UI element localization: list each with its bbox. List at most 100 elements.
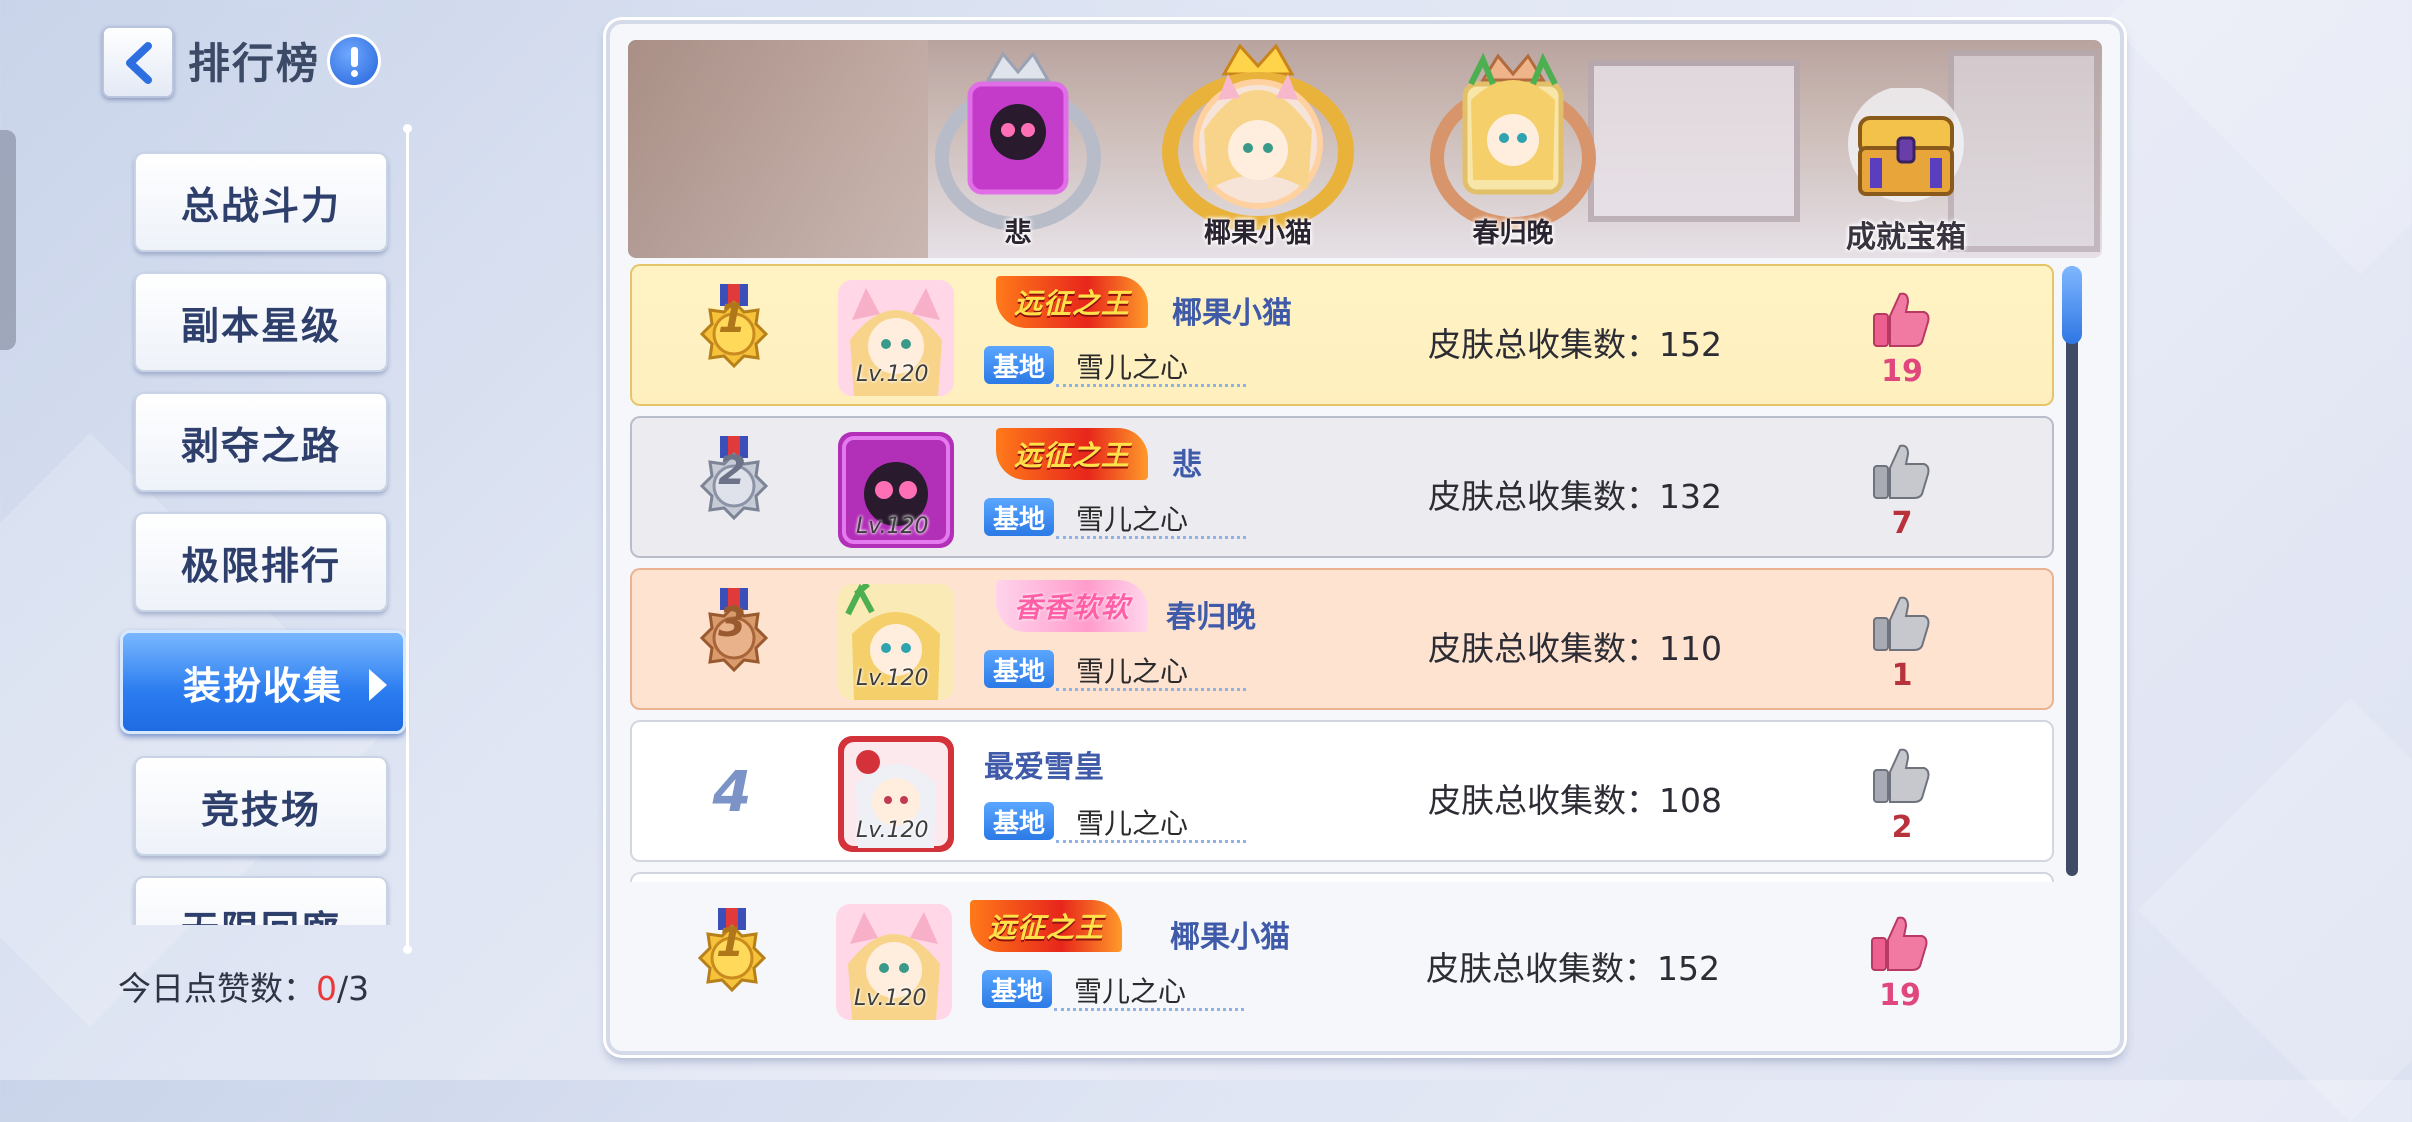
- rank-number: 1: [716, 920, 744, 966]
- category-label: 竞技场: [200, 787, 321, 832]
- podium-second[interactable]: 悲: [928, 40, 1108, 250]
- base-name: 雪儿之心: [1076, 807, 1189, 840]
- stat-label: 皮肤总收集数：: [1428, 781, 1659, 820]
- title-badge: 远征之王: [996, 428, 1149, 480]
- base-name: 雪儿之心: [1076, 503, 1189, 536]
- gold-laurel-icon: [1162, 43, 1354, 230]
- player-name: 春归晚: [1166, 600, 1256, 635]
- scrollbar-thumb[interactable]: [2062, 266, 2082, 344]
- ranking-row[interactable]: [630, 872, 2054, 882]
- category-extreme-rank[interactable]: 极限排行: [134, 512, 388, 612]
- info-icon[interactable]: [330, 37, 378, 85]
- title-badge: 香香软软: [996, 580, 1149, 632]
- base-underline: [1056, 384, 1246, 387]
- rank-number: 3: [718, 600, 746, 646]
- like-count: 19: [1881, 354, 1923, 389]
- ranking-row[interactable]: 1 Lv.120 远征之王 椰果小猫 基地 雪儿之心 皮肤总收集数：152 19: [630, 890, 2054, 1032]
- arrow-right-icon: [369, 669, 387, 701]
- treasure-chest-icon[interactable]: [1842, 88, 1970, 206]
- player-level: Lv.120: [856, 818, 929, 843]
- podium-third[interactable]: 春归晚: [1423, 40, 1603, 250]
- base-tag: 基地: [984, 802, 1054, 840]
- stat-label: 皮肤总收集数：: [1428, 325, 1659, 364]
- ranking-row[interactable]: 1 Lv.120 远征之王 椰果小猫 基地 雪儿之心 皮肤总收集数：152 19: [630, 264, 2054, 406]
- banner-window: [1588, 60, 1800, 222]
- rank-number: 2: [718, 448, 746, 494]
- rank-number: 4: [712, 760, 752, 825]
- base-underline: [1054, 1008, 1244, 1011]
- sidebar-scroll-rail[interactable]: [403, 124, 412, 954]
- ranking-row[interactable]: 2 Lv.120 远征之王 悲 基地 雪儿之心 皮肤总收集数：132 7: [630, 416, 2054, 558]
- base-tag: 基地: [984, 498, 1054, 536]
- chevron-left-icon: [126, 42, 152, 84]
- base-tag: 基地: [982, 970, 1052, 1008]
- likes-today-label: 今日点赞数：: [118, 969, 316, 1008]
- category-arena[interactable]: 竞技场: [134, 756, 388, 856]
- base-tag: 基地: [984, 346, 1054, 384]
- my-ranking-row[interactable]: 1 Lv.120 远征之王 椰果小猫 基地 雪儿之心 皮肤总收集数：152 19: [628, 890, 2080, 1032]
- thumbs-up-icon[interactable]: [1870, 744, 1932, 806]
- player-name: 悲: [1172, 448, 1202, 483]
- category-label: 无限回廊: [181, 899, 341, 926]
- back-button[interactable]: [102, 26, 174, 98]
- thumbs-up-icon[interactable]: [1870, 440, 1932, 502]
- bronze-laurel-icon: [1430, 52, 1596, 230]
- page-title: 排行榜: [188, 39, 321, 88]
- podium-first[interactable]: 椰果小猫: [1158, 40, 1358, 250]
- category-sidebar[interactable]: 总战斗力 副本星级 剥夺之路 极限排行 装扮收集 竞技场 无限回廊: [110, 140, 410, 925]
- stat-value: 132: [1659, 477, 1722, 516]
- like-count: 7: [1891, 506, 1913, 541]
- category-label: 总战斗力: [180, 183, 341, 228]
- base-name: 雪儿之心: [1076, 351, 1189, 384]
- ranking-list[interactable]: 1 Lv.120 远征之王 椰果小猫 基地 雪儿之心 皮肤总收集数：152 19…: [628, 262, 2080, 882]
- ranking-row[interactable]: 4 Lv.120 最爱雪皇 基地 雪儿之心 皮肤总收集数：108 2: [630, 720, 2054, 862]
- skin-collection-stat: 皮肤总收集数：110: [1428, 622, 1722, 670]
- category-label: 副本星级: [180, 303, 341, 348]
- category-infinite-corridor[interactable]: 无限回廊: [134, 876, 388, 925]
- skin-collection-stat: 皮肤总收集数：152: [1426, 942, 1720, 990]
- base-tag: 基地: [984, 650, 1054, 688]
- base-underline: [1056, 840, 1246, 843]
- category-outfit-collection[interactable]: 装扮收集: [120, 630, 406, 734]
- thumbs-up-icon[interactable]: [1870, 592, 1932, 654]
- player-name: 椰果小猫: [1170, 920, 1290, 955]
- podium-third-name: 春归晚: [1472, 218, 1554, 249]
- category-label: 装扮收集: [182, 663, 343, 708]
- title-badge: 远征之王: [970, 900, 1123, 952]
- silver-laurel-icon: [935, 51, 1101, 230]
- category-plunder-road[interactable]: 剥夺之路: [134, 392, 388, 492]
- stat-label: 皮肤总收集数：: [1426, 949, 1657, 988]
- podium-first-name: 椰果小猫: [1204, 218, 1312, 249]
- title-badge: 远征之王: [996, 276, 1149, 328]
- base-underline: [1056, 688, 1246, 691]
- player-level: Lv.120: [856, 362, 929, 387]
- banner-shelf: [628, 40, 928, 258]
- rank-number: 1: [718, 296, 746, 342]
- ranking-panel: 悲 椰果小猫 春归晚 成就宝箱 1 Lv.120 远征之王 椰果小猫 基地 雪儿…: [606, 20, 2124, 1055]
- left-edge-handle[interactable]: [0, 130, 16, 350]
- list-scrollbar[interactable]: [2062, 266, 2082, 876]
- background-diamond: [2137, 697, 2412, 1122]
- like-count: 2: [1891, 810, 1913, 845]
- player-level: Lv.120: [854, 986, 927, 1011]
- category-dungeon-stars[interactable]: 副本星级: [134, 272, 388, 372]
- thumbs-up-icon[interactable]: [1868, 912, 1930, 974]
- thumbs-up-icon[interactable]: [1870, 288, 1932, 350]
- stat-value: 152: [1657, 949, 1720, 988]
- stat-label: 皮肤总收集数：: [1428, 629, 1659, 668]
- stat-value: 152: [1659, 325, 1722, 364]
- player-level: Lv.120: [856, 514, 929, 539]
- category-label: 极限排行: [180, 543, 341, 588]
- background-diamond: [2105, 0, 2412, 275]
- ranking-row[interactable]: 3 Lv.120 香香软软 春归晚 基地 雪儿之心 皮肤总收集数：110 1: [630, 568, 2054, 710]
- base-name: 雪儿之心: [1074, 975, 1187, 1008]
- podium-second-name: 悲: [1004, 218, 1032, 249]
- like-count: 19: [1879, 978, 1921, 1013]
- stat-value: 110: [1659, 629, 1722, 668]
- category-label: 剥夺之路: [180, 423, 341, 468]
- category-total-power[interactable]: 总战斗力: [134, 152, 388, 252]
- skin-collection-stat: 皮肤总收集数：132: [1428, 470, 1722, 518]
- skin-collection-stat: 皮肤总收集数：152: [1428, 318, 1722, 366]
- likes-used: 0: [316, 969, 337, 1008]
- skin-collection-stat: 皮肤总收集数：108: [1428, 774, 1722, 822]
